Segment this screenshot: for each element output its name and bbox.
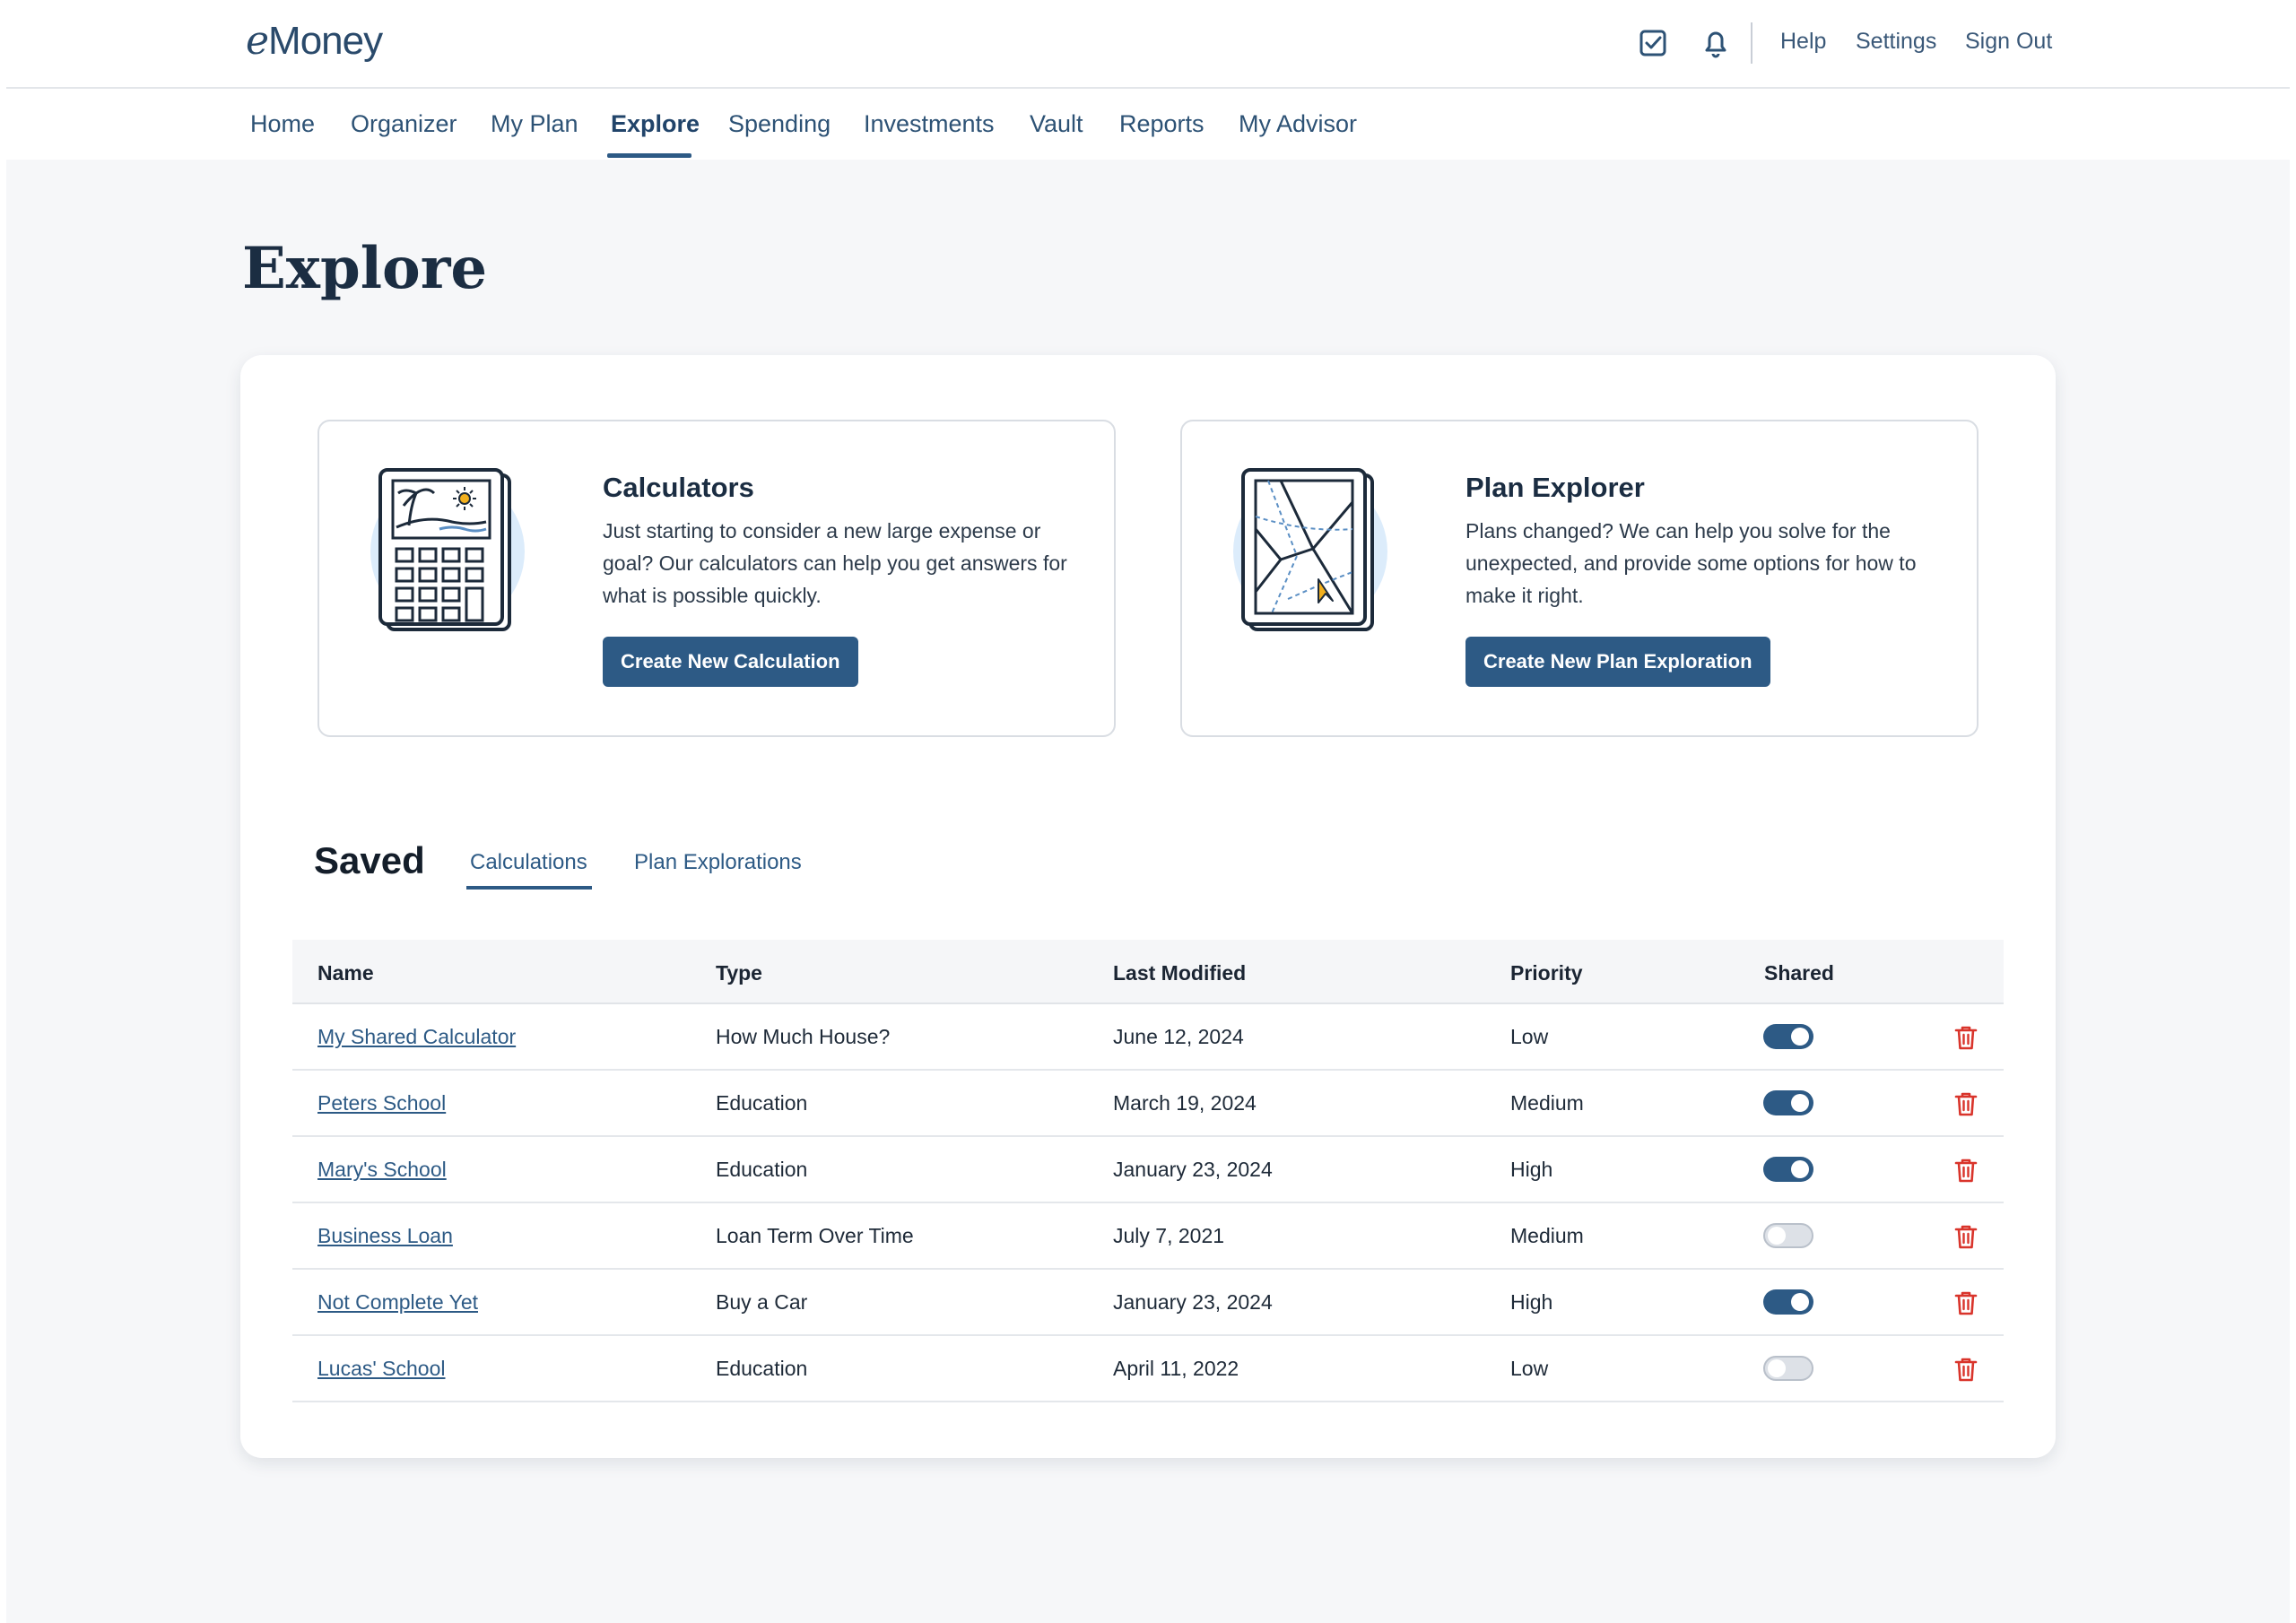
row-last-modified: July 7, 2021 [1113,1224,1225,1247]
nav-active-indicator [607,153,691,158]
row-name-link[interactable]: Mary's School [317,1158,447,1182]
row-type: Education [716,1158,808,1181]
row-type: Education [716,1357,808,1380]
row-last-modified: January 23, 2024 [1113,1290,1273,1314]
row-priority: High [1510,1158,1553,1181]
calculator-icon [370,468,525,631]
row-priority: High [1510,1290,1553,1314]
trash-icon[interactable] [1953,1289,1979,1316]
shared-toggle[interactable] [1763,1223,1813,1248]
row-type: How Much House? [716,1025,891,1048]
nav-explore[interactable]: Explore [611,110,700,138]
row-last-modified: January 23, 2024 [1113,1158,1273,1181]
table-row: Business Loan Loan Term Over Time July 7… [292,1203,2004,1270]
plan-explorer-card: Plan Explorer Plans changed? We can help… [1180,420,1979,737]
column-type: Type [716,961,762,985]
column-shared: Shared [1764,961,1834,985]
column-priority: Priority [1510,961,1583,985]
shared-toggle[interactable] [1763,1024,1813,1049]
toggle-knob [1791,1160,1809,1178]
tab-plan-explorations[interactable]: Plan Explorations [634,850,802,875]
row-last-modified: March 19, 2024 [1113,1091,1257,1115]
top-header: eMoney Help Settings Sign Out [6,0,2290,89]
toggle-knob [1791,1094,1809,1112]
main-nav: Home Organizer My Plan Explore Spending … [6,89,2290,159]
toggle-knob [1791,1293,1809,1311]
nav-home[interactable]: Home [250,110,315,138]
table-row: Lucas' School Education April 11, 2022 L… [292,1336,2004,1402]
create-new-calculation-button[interactable]: Create New Calculation [603,637,858,687]
row-last-modified: June 12, 2024 [1113,1025,1244,1048]
row-type: Loan Term Over Time [716,1224,914,1247]
nav-reports[interactable]: Reports [1119,110,1205,138]
shared-toggle[interactable] [1763,1289,1813,1315]
row-name-link[interactable]: Not Complete Yet [317,1290,478,1315]
bell-icon[interactable] [1698,25,1734,61]
tasks-check-icon[interactable] [1635,25,1671,61]
page-title: Explore [242,235,488,302]
explore-panel: Calculators Just starting to consider a … [240,355,2056,1458]
settings-link[interactable]: Settings [1856,29,1936,55]
tab-calculations[interactable]: Calculations [470,850,587,875]
help-link[interactable]: Help [1780,29,1826,55]
table-body: My Shared Calculator How Much House? Jun… [292,1004,2004,1402]
map-icon [1233,468,1387,631]
shared-toggle[interactable] [1763,1157,1813,1182]
table-row: My Shared Calculator How Much House? Jun… [292,1004,2004,1071]
column-last-modified: Last Modified [1113,961,1247,985]
nav-my-plan[interactable]: My Plan [491,110,578,138]
toggle-knob [1768,1227,1786,1245]
row-name-link[interactable]: Lucas' School [317,1357,445,1381]
row-priority: Low [1510,1025,1549,1048]
nav-vault[interactable]: Vault [1030,110,1083,138]
trash-icon[interactable] [1953,1024,1979,1051]
trash-icon[interactable] [1953,1223,1979,1250]
toggle-knob [1791,1028,1809,1046]
table-row: Not Complete Yet Buy a Car January 23, 2… [292,1270,2004,1336]
row-name-link[interactable]: Peters School [317,1091,446,1115]
saved-calculations-table: Name Type Last Modified Priority Shared … [292,940,2004,1402]
calculators-card: Calculators Just starting to consider a … [317,420,1116,737]
plan-explorer-description: Plans changed? We can help you solve for… [1465,519,1917,607]
row-last-modified: April 11, 2022 [1113,1357,1239,1380]
shared-toggle[interactable] [1763,1090,1813,1115]
nav-my-advisor[interactable]: My Advisor [1239,110,1357,138]
table-header: Name Type Last Modified Priority Shared [292,940,2004,1004]
plan-explorer-title: Plan Explorer [1465,472,1645,503]
row-priority: Medium [1510,1091,1584,1115]
saved-heading: Saved [314,839,425,881]
create-new-plan-exploration-button[interactable]: Create New Plan Exploration [1465,637,1770,687]
row-priority: Medium [1510,1224,1584,1247]
row-name-link[interactable]: Business Loan [317,1224,453,1248]
trash-icon[interactable] [1953,1356,1979,1383]
emoney-logo[interactable]: eMoney [246,18,383,64]
sign-out-link[interactable]: Sign Out [1965,29,2052,55]
toggle-knob [1768,1359,1786,1377]
header-divider [1751,22,1752,64]
table-row: Peters School Education March 19, 2024 M… [292,1071,2004,1137]
row-type: Education [716,1091,808,1115]
trash-icon[interactable] [1953,1157,1979,1184]
row-type: Buy a Car [716,1290,808,1314]
row-priority: Low [1510,1357,1549,1380]
trash-icon[interactable] [1953,1090,1979,1117]
column-name: Name [317,961,374,985]
nav-organizer[interactable]: Organizer [351,110,457,138]
row-name-link[interactable]: My Shared Calculator [317,1025,516,1049]
shared-toggle[interactable] [1763,1356,1813,1381]
table-row: Mary's School Education January 23, 2024… [292,1137,2004,1203]
calculators-description: Just starting to consider a new large ex… [603,519,1067,607]
calculators-title: Calculators [603,472,754,503]
nav-spending[interactable]: Spending [728,110,831,138]
nav-investments[interactable]: Investments [864,110,995,138]
tab-active-indicator [466,886,592,890]
